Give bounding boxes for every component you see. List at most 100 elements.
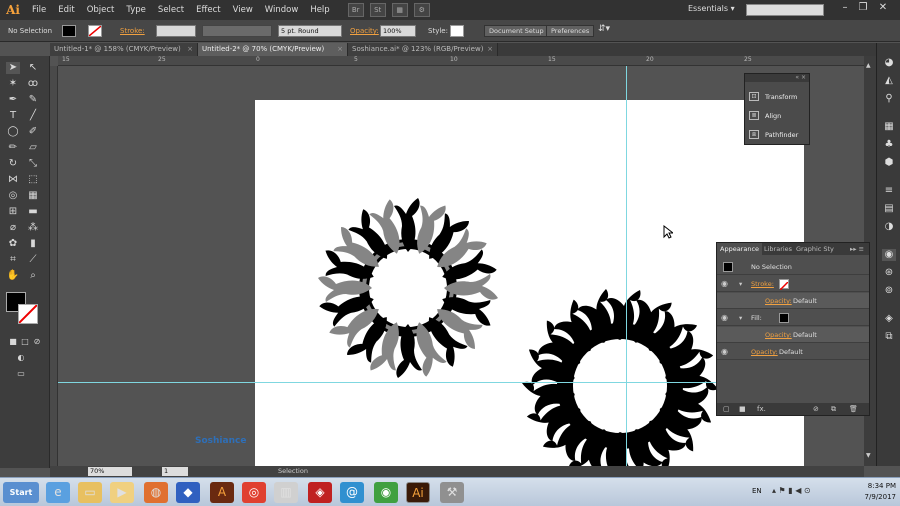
pathfinder-panel-item[interactable]: ⧈ Pathfinder xyxy=(749,130,798,139)
tab-libraries[interactable]: Libraries xyxy=(761,243,795,255)
stroke-opacity-row[interactable]: Opacity: Default xyxy=(717,293,869,309)
eyedropper-tool-icon[interactable]: ⌀ xyxy=(6,222,20,234)
scroll-down-icon[interactable]: ▼ xyxy=(866,452,874,459)
menu-type[interactable]: Type xyxy=(120,5,152,15)
current-tool-status[interactable]: Selection xyxy=(278,466,308,477)
expand-arrow-icon[interactable]: ▾ xyxy=(739,310,742,326)
restore-icon[interactable]: ❐ xyxy=(856,2,870,16)
fill-swatch[interactable] xyxy=(62,25,76,37)
stroke-color-box[interactable] xyxy=(18,304,38,324)
start-button[interactable]: Start xyxy=(3,482,39,503)
libraries-icon[interactable]: ⊚ xyxy=(882,285,896,297)
layers-icon[interactable]: ◈ xyxy=(882,313,896,325)
visibility-eye-icon[interactable]: ◉ xyxy=(721,276,728,292)
artboard-number-field[interactable]: 1 xyxy=(162,467,188,476)
screen-mode-icon[interactable]: ▭ xyxy=(14,368,28,380)
none-mode-icon[interactable]: ⊘ xyxy=(30,336,44,348)
tool-icon[interactable]: ⚒ xyxy=(440,482,464,503)
curvature-tool-icon[interactable]: ✎ xyxy=(26,94,40,106)
tab-graphic-styles[interactable]: Graphic Sty xyxy=(793,243,837,255)
color-panel-icon[interactable]: ◕ xyxy=(882,57,896,69)
artboards-icon[interactable]: ⧉ xyxy=(882,331,896,343)
opacity-label[interactable]: Opacity: xyxy=(350,27,379,35)
close-icon[interactable]: ✕ xyxy=(876,2,890,16)
gradient-tool-icon[interactable]: ▬ xyxy=(26,206,40,218)
stroke-row[interactable]: ◉ ▾ Stroke: xyxy=(717,276,869,292)
minimize-icon[interactable]: – xyxy=(838,2,852,16)
zoom-field[interactable]: 70% xyxy=(88,467,132,476)
fill-opacity-row[interactable]: Opacity: Default xyxy=(717,327,869,343)
illustrator-taskbar-icon[interactable]: Ai xyxy=(406,482,430,503)
tab-untitled-1[interactable]: Untitled-1* @ 158% (CMYK/Preview) × xyxy=(50,43,198,56)
fill-row-label[interactable]: Fill: xyxy=(751,310,762,326)
workspace-switcher[interactable]: Essentials ▾ xyxy=(688,4,735,13)
tab-appearance[interactable]: Appearance xyxy=(717,243,763,255)
panel-header[interactable]: « × xyxy=(745,74,809,82)
clear-appearance-icon[interactable]: ⊘ xyxy=(813,403,819,415)
acrobat-icon[interactable]: A xyxy=(210,482,234,503)
chrome-icon[interactable]: ◎ xyxy=(242,482,266,503)
magic-wand-tool-icon[interactable]: ✶ xyxy=(6,78,20,90)
tab-untitled-2[interactable]: Untitled-2* @ 70% (CMYK/Preview) × xyxy=(198,43,348,56)
artboard-tool-icon[interactable]: ⌗ xyxy=(6,254,20,266)
tray-icons[interactable]: ▴ ⚑ ▮ ◀ ⊙ xyxy=(772,486,811,495)
document-setup-button[interactable]: Document Setup xyxy=(484,25,549,37)
swatches-icon[interactable]: ⚲ xyxy=(882,93,896,105)
opacity-link[interactable]: Opacity: xyxy=(751,344,778,360)
add-stroke-icon[interactable]: ▢ xyxy=(723,403,730,415)
fill-black-swatch[interactable] xyxy=(779,313,789,323)
menu-edit[interactable]: Edit xyxy=(52,5,80,15)
stroke-label[interactable]: Stroke: xyxy=(120,27,145,35)
graphic-style-swatch[interactable] xyxy=(450,25,464,37)
hand-tool-icon[interactable]: ✋ xyxy=(6,270,20,282)
blend-tool-icon[interactable]: ⁂ xyxy=(26,222,40,234)
paintbrush-tool-icon[interactable]: ✐ xyxy=(26,126,40,138)
preferences-button[interactable]: Preferences xyxy=(546,25,595,37)
duplicate-item-icon[interactable]: ⧉ xyxy=(831,403,836,415)
object-opacity-row[interactable]: ◉ Opacity: Default xyxy=(717,344,869,360)
ellipse-tool-icon[interactable]: ◯ xyxy=(6,126,20,138)
close-tab-icon[interactable]: × xyxy=(487,43,493,56)
symbol-sprayer-tool-icon[interactable]: ✿ xyxy=(6,238,20,250)
tab-soshiance[interactable]: Soshiance.ai* @ 123% (RGB/Preview) × xyxy=(348,43,498,56)
line-tool-icon[interactable]: ╱ xyxy=(26,110,40,122)
gradient-panel-icon[interactable]: ▤ xyxy=(882,203,896,215)
pen-tool-icon[interactable]: ✒ xyxy=(6,94,20,106)
add-effect-button[interactable]: fx. xyxy=(757,403,766,415)
menu-view[interactable]: View xyxy=(227,5,259,15)
search-input[interactable] xyxy=(746,4,824,16)
language-indicator[interactable]: EN xyxy=(752,487,762,495)
shape-builder-tool-icon[interactable]: ◎ xyxy=(6,190,20,202)
arrange-documents-icon[interactable]: ▦ xyxy=(391,3,408,17)
menu-window[interactable]: Window xyxy=(259,5,305,15)
clock[interactable]: 8:34 PM 7/9/2017 xyxy=(865,481,896,503)
appearance-panel-icon[interactable]: ◉ xyxy=(882,249,896,261)
stroke-none-swatch[interactable] xyxy=(779,279,789,291)
mesh-tool-icon[interactable]: ⊞ xyxy=(6,206,20,218)
visibility-eye-icon[interactable]: ◉ xyxy=(721,344,728,360)
drawing-mode-icon[interactable]: ◐ xyxy=(14,352,28,364)
opera-icon[interactable]: ◈ xyxy=(308,482,332,503)
direct-selection-tool-icon[interactable]: ↖ xyxy=(26,62,40,74)
visibility-eye-icon[interactable]: ◉ xyxy=(721,310,728,326)
selection-tool-icon[interactable]: ➤ xyxy=(6,62,20,74)
free-transform-tool-icon[interactable]: ⬚ xyxy=(26,174,40,186)
stroke-swatch[interactable] xyxy=(88,25,102,37)
brush-definition[interactable]: 5 pt. Round xyxy=(278,25,342,37)
gpu-performance-icon[interactable]: ⚙ xyxy=(413,3,430,17)
stroke-panel-icon[interactable]: ≡ xyxy=(882,185,896,197)
graphic-style-icon[interactable]: ⊛ xyxy=(882,267,896,279)
scale-tool-icon[interactable]: ⤡ xyxy=(26,158,40,170)
menu-help[interactable]: Help xyxy=(304,5,335,15)
opacity-field[interactable]: 100% xyxy=(380,25,416,37)
add-fill-icon[interactable]: ■ xyxy=(739,403,746,415)
width-tool-icon[interactable]: ⋈ xyxy=(6,174,20,186)
sun-ornament-black[interactable] xyxy=(520,286,720,466)
transparency-icon[interactable]: ◑ xyxy=(882,221,896,233)
color-guide-icon[interactable]: ◭ xyxy=(882,75,896,87)
scroll-up-icon[interactable]: ▲ xyxy=(866,62,874,69)
app-icon[interactable]: ◆ xyxy=(176,482,200,503)
bridge-icon[interactable]: Br xyxy=(347,3,364,17)
lasso-tool-icon[interactable]: ꝏ xyxy=(26,78,40,90)
column-graph-tool-icon[interactable]: ▮ xyxy=(26,238,40,250)
